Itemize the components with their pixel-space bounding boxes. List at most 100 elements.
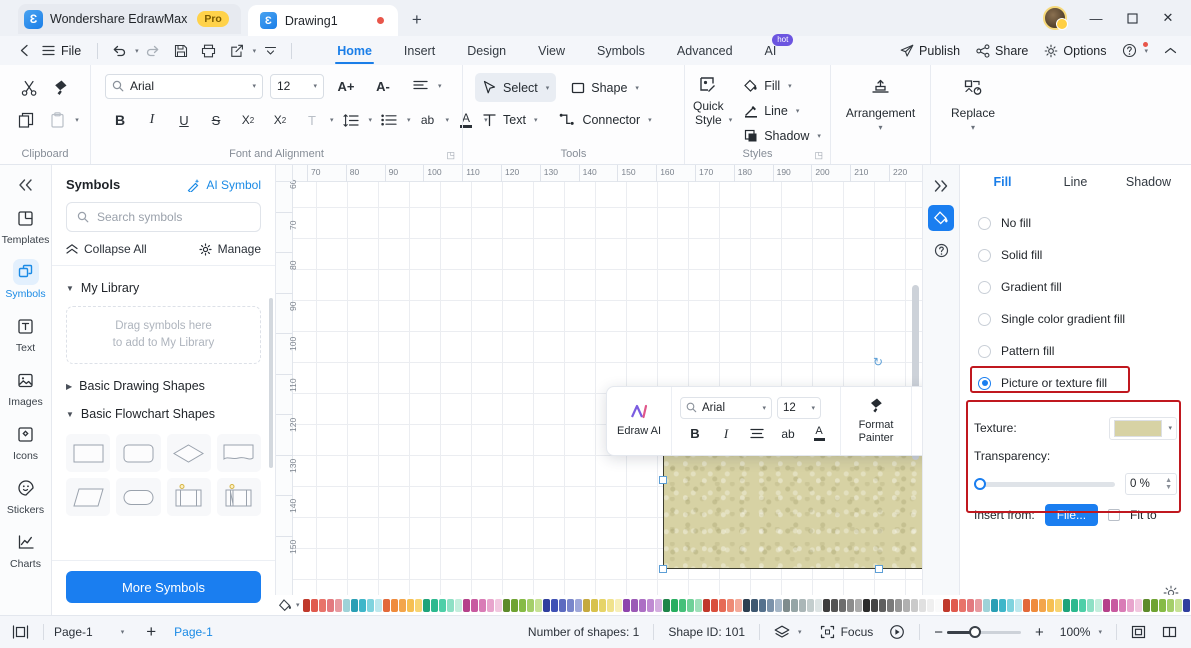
- text-caret[interactable]: ▾: [534, 116, 538, 124]
- color-swatch[interactable]: [1047, 598, 1054, 612]
- print-icon[interactable]: [195, 39, 223, 63]
- superscript-button[interactable]: X2: [233, 105, 263, 135]
- file-menu-button[interactable]: File: [38, 44, 90, 58]
- avatar[interactable]: [1043, 6, 1068, 30]
- color-swatch[interactable]: [831, 598, 838, 612]
- color-swatch[interactable]: [783, 598, 790, 612]
- shape-caret[interactable]: ▾: [635, 84, 639, 92]
- color-swatch[interactable]: [591, 598, 598, 612]
- share-button[interactable]: Share: [970, 39, 1034, 63]
- color-swatch[interactable]: [879, 598, 886, 612]
- float-text-case-button[interactable]: ab: [775, 422, 801, 446]
- color-swatch[interactable]: [343, 598, 350, 612]
- publish-button[interactable]: Publish: [894, 39, 966, 63]
- shape-rounded-rectangle[interactable]: [116, 434, 161, 472]
- color-swatch[interactable]: [775, 598, 782, 612]
- radio-pattern-fill[interactable]: [978, 344, 991, 358]
- option-solid-fill[interactable]: Solid fill: [960, 239, 1191, 271]
- tab-fill[interactable]: Fill: [966, 165, 1039, 199]
- zoom-in-button[interactable]: +: [1031, 624, 1048, 641]
- color-swatch[interactable]: [1119, 598, 1126, 612]
- layers-caret[interactable]: ▾: [798, 628, 802, 636]
- color-swatch[interactable]: [575, 598, 582, 612]
- page-selector-caret[interactable]: ▾: [121, 628, 125, 636]
- color-swatch[interactable]: [1111, 598, 1118, 612]
- float-font-family-input[interactable]: Arial ▾: [680, 396, 772, 419]
- resize-handle-sw[interactable]: [659, 565, 667, 573]
- shrink-font-button[interactable]: A-: [368, 71, 398, 101]
- zoom-slider-knob[interactable]: [969, 626, 982, 638]
- color-palette-strip[interactable]: ▾: [275, 595, 1191, 615]
- color-swatch[interactable]: [1015, 598, 1022, 612]
- tab-symbols[interactable]: Symbols: [581, 36, 661, 65]
- color-swatch[interactable]: [1151, 598, 1158, 612]
- line-spacing-button[interactable]: [336, 105, 366, 135]
- color-swatch[interactable]: [1023, 598, 1030, 612]
- option-pattern-fill[interactable]: Pattern fill: [960, 335, 1191, 367]
- color-swatch[interactable]: [359, 598, 366, 612]
- collapse-right-panel-button[interactable]: [928, 173, 954, 199]
- color-swatch[interactable]: [383, 598, 390, 612]
- color-swatch[interactable]: [887, 598, 894, 612]
- float-font-color-button[interactable]: A: [806, 422, 832, 446]
- palette-fill-icon[interactable]: ▾: [279, 598, 303, 612]
- horizontal-ruler[interactable]: 70 80 90 100 110 120 130 140 150 160 170 180 190 200 2…: [276, 165, 922, 182]
- color-swatch[interactable]: [663, 598, 670, 612]
- tab-home[interactable]: Home: [321, 36, 388, 65]
- radio-solid-fill[interactable]: [978, 248, 991, 262]
- color-swatch[interactable]: [1087, 598, 1094, 612]
- connector-tool-button[interactable]: Connector ▾: [552, 105, 658, 134]
- color-swatch[interactable]: [503, 598, 510, 612]
- color-swatch[interactable]: [1055, 598, 1062, 612]
- color-swatch[interactable]: [535, 598, 542, 612]
- color-swatch[interactable]: [439, 598, 446, 612]
- fill-caret[interactable]: ▾: [788, 82, 792, 90]
- color-swatch[interactable]: [871, 598, 878, 612]
- color-swatch[interactable]: [1143, 598, 1150, 612]
- option-single-color-gradient-fill[interactable]: Single color gradient fill: [960, 303, 1191, 335]
- symbols-panel-scrollbar[interactable]: [269, 298, 273, 468]
- sidebar-item-stickers[interactable]: Stickers: [0, 467, 52, 521]
- color-swatch[interactable]: [799, 598, 806, 612]
- collapse-all-button[interactable]: Collapse All: [66, 242, 147, 256]
- fill-panel-button[interactable]: [928, 205, 954, 231]
- presentation-play-button[interactable]: [885, 624, 909, 640]
- focus-button[interactable]: Focus: [816, 625, 878, 639]
- float-bold-button[interactable]: B: [682, 422, 708, 446]
- collapse-ribbon-button[interactable]: [1158, 39, 1183, 63]
- option-no-fill[interactable]: No fill: [960, 207, 1191, 239]
- redo-icon[interactable]: [139, 39, 167, 63]
- fill-button[interactable]: Fill ▾: [739, 74, 826, 97]
- float-styles-button[interactable]: Styles: [920, 403, 922, 438]
- color-swatch[interactable]: [631, 598, 638, 612]
- color-swatch[interactable]: [375, 598, 382, 612]
- shape-parallelogram[interactable]: [66, 478, 111, 516]
- font-size-caret[interactable]: ▾: [313, 82, 317, 90]
- color-swatch[interactable]: [519, 598, 526, 612]
- customize-toolbar-icon[interactable]: [256, 39, 284, 63]
- float-font-caret[interactable]: ▾: [762, 404, 766, 412]
- shape-predefined-process[interactable]: [166, 478, 211, 516]
- export-icon[interactable]: [223, 39, 251, 63]
- help-dropdown-caret[interactable]: ▾: [1144, 47, 1148, 55]
- color-swatch[interactable]: [1063, 598, 1070, 612]
- float-align-button[interactable]: [744, 422, 770, 446]
- color-swatch[interactable]: [1135, 598, 1142, 612]
- color-swatch[interactable]: [407, 598, 414, 612]
- zoom-level[interactable]: 100% ▾: [1056, 625, 1106, 639]
- collapse-sidebar-button[interactable]: [18, 173, 33, 197]
- color-swatch[interactable]: [967, 598, 974, 612]
- search-symbols-input[interactable]: Search symbols: [66, 202, 261, 232]
- select-caret[interactable]: ▾: [546, 84, 550, 92]
- color-swatch[interactable]: [543, 598, 550, 612]
- arrangement-button[interactable]: Arrangement ▾: [846, 71, 916, 132]
- radio-no-fill[interactable]: [978, 216, 991, 230]
- color-swatch[interactable]: [791, 598, 798, 612]
- select-tool-button[interactable]: Select ▾: [475, 73, 557, 102]
- transparency-slider[interactable]: [974, 477, 1115, 490]
- color-swatch[interactable]: [767, 598, 774, 612]
- color-swatch[interactable]: [839, 598, 846, 612]
- color-swatch[interactable]: [1159, 598, 1166, 612]
- color-swatch[interactable]: [455, 598, 462, 612]
- page-selector[interactable]: Page-1 ▾: [54, 625, 124, 639]
